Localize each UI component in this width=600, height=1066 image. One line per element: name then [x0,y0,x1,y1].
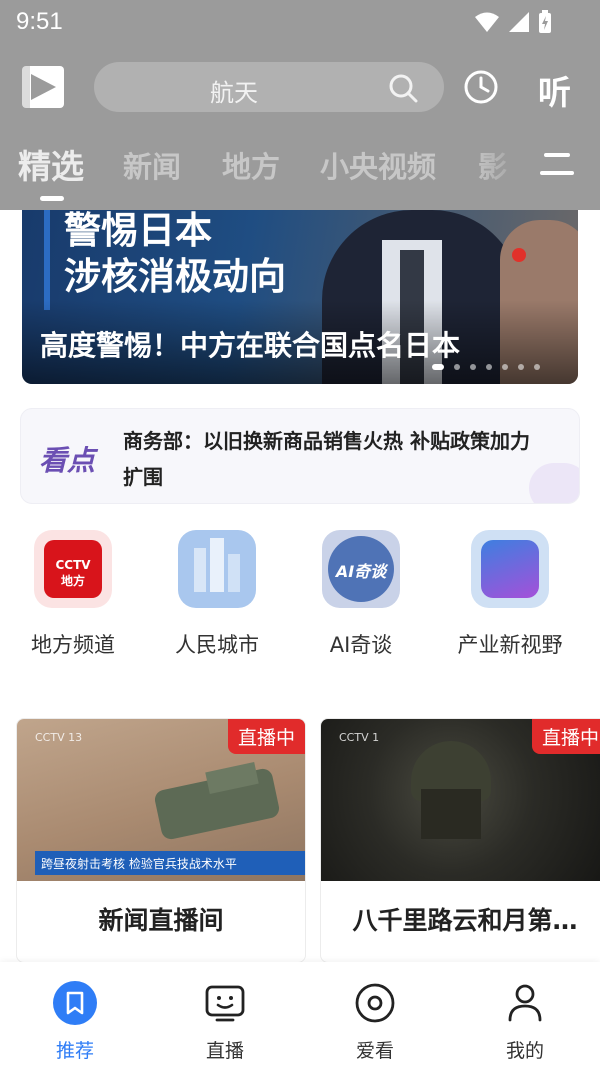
ai-talk-icon: AI奇谈 [322,530,400,608]
quick-channel-label: 地方频道 [31,633,115,657]
nav-label: 我的 [505,1040,544,1062]
carousel-dot [502,364,508,370]
nav-label: 推荐 [55,1040,94,1062]
quick-channel-label: 产业新视野 [457,633,563,657]
live-badge: 直播中 [531,719,600,754]
search-icon[interactable] [388,73,418,103]
top-header: 9:51 航天 听 精选 新闻 地方 小央视频 影 [0,0,600,210]
active-tab-indicator [40,196,64,201]
banner-headline: 警惕日本 涉核消极动向 [64,209,286,298]
quick-channel-ai-talk[interactable]: AI奇谈 AI奇谈 [291,530,431,660]
nav-label: 直播 [205,1040,244,1062]
tab-fade [470,140,530,200]
channel-menu-icon[interactable] [540,150,574,178]
person-icon [508,984,542,1022]
signal-icon [509,12,529,32]
search-placeholder: 航天 [210,79,258,107]
headline-ticker[interactable]: 看点 商务部：以旧换新商品销售火热 补贴政策加力扩围 [20,408,580,504]
quick-channel-label: 人民城市 [175,633,259,657]
nav-mine[interactable]: 我的 [450,980,600,1063]
hero-banner[interactable]: 警惕日本 涉核消极动向 高度警惕！中方在联合国点名日本 [22,180,578,384]
nav-love-watch[interactable]: 爱看 [300,980,450,1063]
eye-circle-icon [355,983,395,1023]
carousel-dot [454,364,460,370]
banner-accent-bar [44,210,50,310]
live-card-title: 八千里路云和月第… [352,906,578,935]
ticker-decoration [529,463,579,503]
nav-label: 爱看 [355,1040,394,1062]
tv-face-icon [205,985,245,1022]
cctv-watermark: CCTV 1 [339,731,380,744]
live-card-title: 新闻直播间 [98,906,224,935]
history-clock-icon[interactable] [462,68,500,106]
quick-channel-industry[interactable]: 产业新视野 [440,530,580,660]
tab-local[interactable]: 地方 [222,144,280,186]
battery-icon [539,10,551,33]
tab-news[interactable]: 新闻 [123,144,181,186]
tab-small-video[interactable]: 小央视频 [320,144,436,186]
status-icons [474,10,552,34]
app-logo-icon[interactable] [22,66,64,108]
carousel-dot [486,364,492,370]
ticker-text: 商务部：以旧换新商品销售火热 补贴政策加力扩围 [123,429,530,489]
carousel-dot [470,364,476,370]
live-thumbnail-ticker: 跨昼夜射击考核 检验官兵技战术水平 [35,851,305,875]
live-card-news[interactable]: CCTV 13 跨昼夜射击考核 检验官兵技战术水平 直播中 新闻直播间 [16,718,306,963]
banner-microphone-image [512,248,526,262]
bookmark-icon [53,981,97,1025]
carousel-dot [518,364,524,370]
cctv-local-icon: CCTV 地方 [34,530,112,608]
listen-button[interactable]: 听 [538,66,571,114]
live-badge: 直播中 [227,719,305,754]
banner-caption: 高度警惕！中方在联合国点名日本 [40,329,461,362]
industry-vision-icon [471,530,549,608]
nav-recommend[interactable]: 推荐 [0,980,150,1063]
quick-channel-local[interactable]: CCTV 地方 地方频道 [3,530,143,660]
bottom-navigation: 推荐 直播 爱看 我的 [0,962,600,1066]
wifi-icon [475,12,499,32]
ticker-label: 看点 [39,444,96,477]
carousel-dot-active [432,364,444,370]
quick-channel-label: AI奇谈 [329,633,393,657]
carousel-indicator [432,364,540,370]
nav-live[interactable]: 直播 [150,980,300,1063]
tab-featured[interactable]: 精选 [18,140,84,188]
status-time: 9:51 [16,8,63,35]
carousel-dot [534,364,540,370]
cctv-watermark: CCTV 13 [35,731,83,744]
search-bar[interactable]: 航天 [94,62,444,112]
people-city-icon [178,530,256,608]
live-card-drama[interactable]: CCTV 1 直播中 八千里路云和月第… [320,718,600,963]
status-bar: 9:51 [0,0,600,50]
quick-channel-people-city[interactable]: 人民城市 [147,530,287,660]
